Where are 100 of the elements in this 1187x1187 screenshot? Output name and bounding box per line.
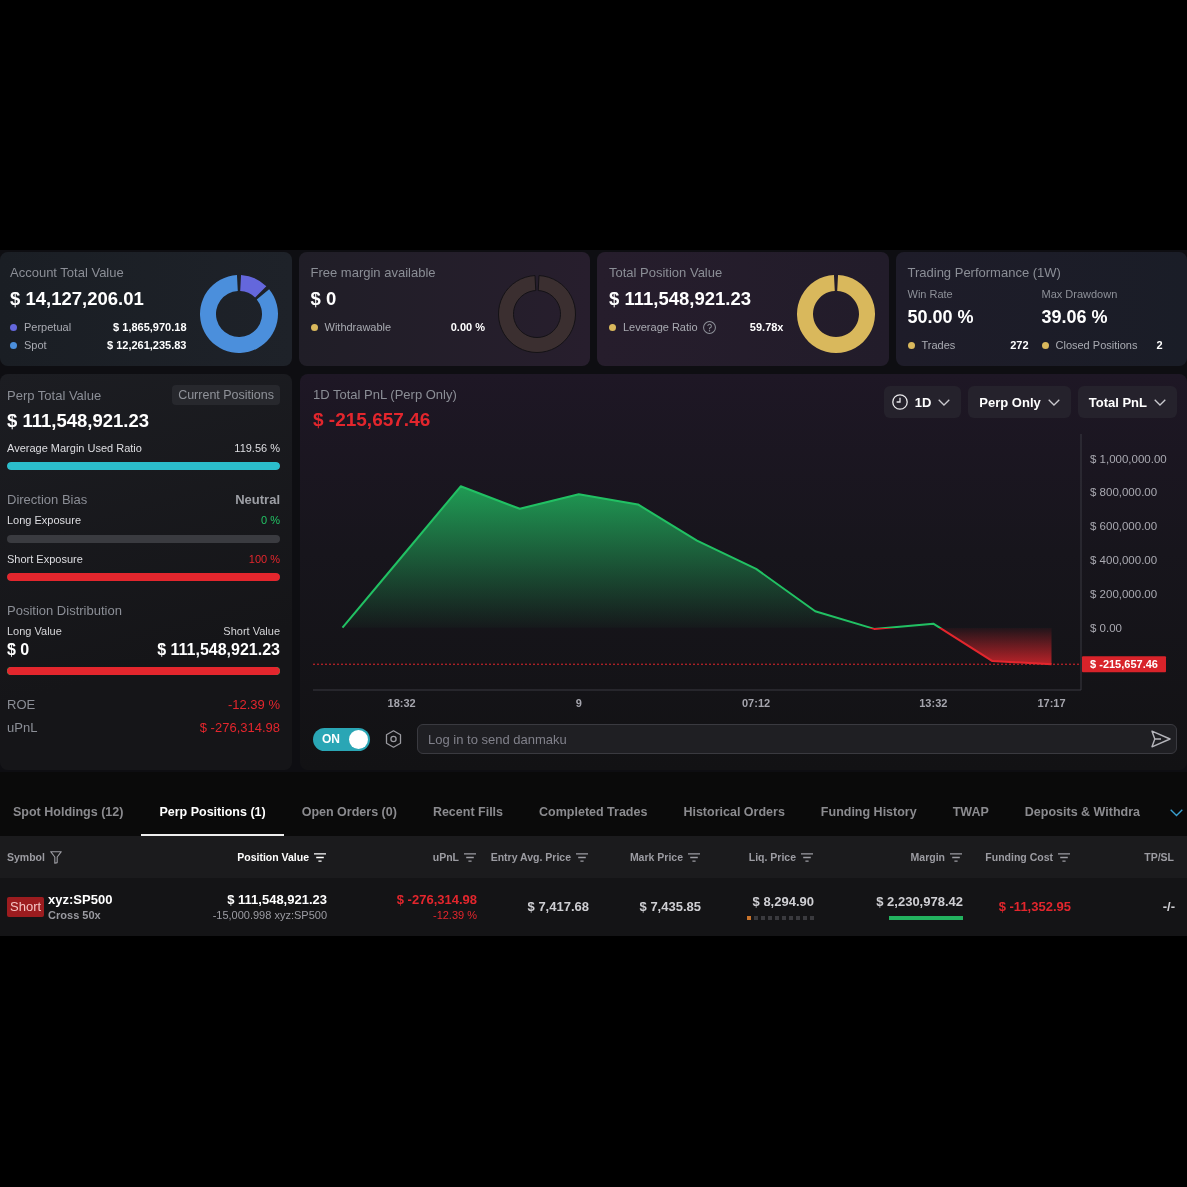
card-value: $ 0 — [310, 287, 337, 311]
funding-cost: $ -11,352.95 — [998, 899, 1071, 915]
margin-value: $ 2,230,978.42 — [876, 894, 963, 910]
card-value: $ 14,127,206.01 — [10, 287, 144, 311]
filter-icon[interactable] — [49, 850, 62, 864]
column-header: TP/SL — [1144, 851, 1174, 863]
entry-price: $ 7,417.68 — [527, 899, 589, 915]
sort-icon[interactable] — [464, 852, 476, 862]
perp-total-value: $ 111,548,921.23 — [7, 409, 149, 433]
chevron-down-icon — [1154, 398, 1166, 406]
tab[interactable]: Funding History — [802, 790, 935, 836]
dropdown-button[interactable]: 1D — [883, 386, 962, 418]
stat-label: uPnL — [7, 719, 38, 735]
long-value: $ 0 — [7, 641, 30, 659]
tab[interactable]: TWAP — [934, 790, 1007, 836]
send-icon[interactable] — [1151, 730, 1171, 748]
danmaku-input[interactable]: Log in to send danmaku — [417, 724, 1177, 754]
card-value: $ 111,548,921.23 — [609, 287, 751, 311]
section-title: Position Distribution — [7, 602, 122, 618]
dropdown-button[interactable]: Perp Only — [968, 386, 1071, 418]
column-header[interactable]: Symbol — [7, 850, 62, 864]
stat-value: -12.39 % — [227, 696, 280, 712]
metric-label: Win Rate — [907, 287, 953, 302]
legend-label: Spot — [24, 339, 47, 351]
legend-dot-icon — [1041, 341, 1049, 349]
chevron-down-icon[interactable] — [1170, 809, 1183, 817]
section-title: Direction Bias — [7, 491, 88, 507]
position-value: $ 111,548,921.23 — [227, 892, 327, 908]
tab[interactable]: Deposits & Withdra — [1006, 790, 1158, 836]
column-header[interactable]: Liq. Price — [748, 851, 813, 863]
chevron-down-icon — [1047, 398, 1060, 406]
column-header[interactable]: Position Value — [237, 851, 326, 863]
legend-label: Leverage Ratio — [623, 321, 698, 333]
stat-value: 272 — [1010, 339, 1029, 351]
stat-value: $ -276,314.98 — [199, 719, 280, 735]
legend-dot-icon — [907, 341, 915, 349]
legend-value: 0.00 % — [450, 321, 485, 333]
current-positions-button[interactable]: Current Positions — [172, 385, 280, 405]
sort-icon[interactable] — [576, 852, 588, 862]
column-header[interactable]: Entry Avg. Price — [490, 851, 588, 863]
x-axis-label: 13:32 — [919, 697, 948, 709]
roe-value: -12.39 % — [432, 908, 477, 922]
pnl-total: $ -215,657.46 — [313, 408, 431, 432]
tab[interactable]: Spot Holdings (12) — [0, 790, 142, 836]
legend-value: 59.78x — [749, 321, 784, 333]
upnl-value: $ -276,314.98 — [396, 892, 477, 908]
margin-mode: Cross 50x — [48, 908, 101, 922]
metric-value: 50.00 % — [907, 306, 974, 329]
tp-sl-value: -/- — [1162, 899, 1175, 915]
side-badge: Short — [7, 897, 45, 917]
position-size: -15,000.998 xyz:SP500 — [212, 908, 327, 922]
exposure-label: Long Exposure — [7, 514, 81, 526]
tab[interactable]: Recent Fills — [414, 790, 522, 836]
card-title: Total Position Value — [609, 264, 723, 282]
column-header[interactable]: Margin — [910, 851, 962, 863]
value-badge: $ -215,657.46 — [1082, 656, 1166, 673]
liquidation-price: $ 8,294.90 — [752, 894, 814, 910]
y-axis-label: $ 400,000.00 — [1090, 554, 1158, 567]
card-title: Free margin available — [310, 264, 436, 282]
mark-price: $ 7,435.85 — [639, 899, 701, 915]
x-axis-label: 18:32 — [387, 697, 416, 709]
short-value-label: Short Value — [223, 625, 280, 637]
legend-value: $ 1,865,970.18 — [113, 321, 187, 333]
sort-icon[interactable] — [801, 852, 813, 862]
stat-label: Trades — [921, 339, 956, 351]
clock-icon — [891, 394, 908, 410]
column-header[interactable]: Mark Price — [629, 851, 700, 863]
metric-label: Max Drawdown — [1041, 287, 1118, 302]
metric-reading: 119.56 % — [234, 442, 280, 454]
chevron-down-icon — [938, 398, 951, 406]
card-title: Account Total Value — [10, 264, 124, 282]
tab[interactable]: Open Orders (0) — [283, 790, 415, 836]
metric-label: Average Margin Used Ratio — [7, 442, 142, 454]
metric-value: 39.06 % — [1041, 306, 1108, 329]
y-axis-label: $ 600,000.00 — [1090, 520, 1158, 533]
exposure-reading: 0 % — [261, 514, 280, 526]
stat-label: ROE — [7, 696, 36, 712]
x-axis-label: 07:12 — [742, 697, 771, 709]
sort-icon[interactable] — [950, 852, 962, 862]
dropdown-button[interactable]: Total PnL — [1077, 386, 1177, 418]
chart-title: 1D Total PnL (Perp Only) — [313, 387, 457, 403]
exposure-reading: 100 % — [248, 553, 280, 565]
help-icon[interactable] — [702, 320, 716, 334]
sort-icon[interactable] — [1058, 852, 1070, 862]
tab[interactable]: Completed Trades — [521, 790, 666, 836]
sort-icon[interactable] — [688, 852, 700, 862]
section-title: Perp Total Value — [7, 387, 102, 403]
bias-value: Neutral — [235, 491, 280, 507]
x-axis-label: 9 — [575, 697, 582, 709]
tab[interactable]: Historical Orders — [665, 790, 803, 836]
stat-label: Closed Positions — [1055, 339, 1138, 351]
symbol-name: xyz:SP500 — [48, 892, 113, 908]
legend-value: $ 12,261,235.83 — [106, 339, 187, 351]
ref-line-label: $ -215,657.46 — [1090, 658, 1158, 671]
y-axis-label: $ 1,000,000.00 — [1090, 452, 1167, 465]
column-header[interactable]: uPnL — [432, 851, 476, 863]
settings-icon[interactable] — [385, 730, 402, 748]
column-header[interactable]: Funding Cost — [985, 851, 1070, 863]
long-value-label: Long Value — [7, 625, 62, 637]
y-axis-label: $ 0.00 — [1090, 621, 1122, 634]
